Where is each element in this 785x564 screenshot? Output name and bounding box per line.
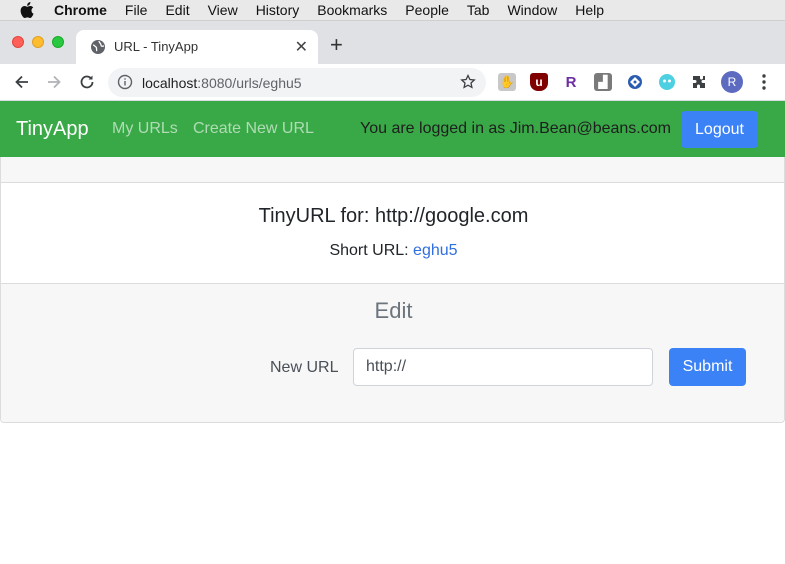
- menu-edit[interactable]: Edit: [165, 0, 189, 21]
- puzzle-extensions-icon[interactable]: [690, 73, 708, 91]
- url-card: TinyURL for: http://google.com Short URL…: [0, 157, 785, 423]
- short-url-link[interactable]: eghu5: [413, 242, 458, 259]
- close-window-button[interactable]: [12, 36, 24, 48]
- tab-close-icon[interactable]: ✕: [295, 37, 308, 57]
- menu-bookmarks[interactable]: Bookmarks: [317, 0, 387, 21]
- extension-chart-icon[interactable]: ▟: [594, 73, 612, 91]
- nav-my-urls[interactable]: My URLs: [112, 120, 178, 138]
- tab-strip: URL - TinyApp ✕ +: [0, 21, 785, 64]
- menu-tab[interactable]: Tab: [467, 0, 490, 21]
- edit-section: Edit New URL Submit: [1, 283, 784, 422]
- apple-icon[interactable]: [20, 2, 36, 18]
- submit-button[interactable]: Submit: [669, 348, 746, 386]
- menu-help[interactable]: Help: [575, 0, 604, 21]
- minimize-window-button[interactable]: [32, 36, 44, 48]
- address-bar[interactable]: localhost:8080/urls/eghu5: [108, 68, 486, 97]
- forward-arrow-icon[interactable]: [45, 73, 63, 91]
- new-tab-button[interactable]: +: [330, 34, 343, 56]
- more-menu-icon[interactable]: [757, 73, 771, 91]
- menu-app-name[interactable]: Chrome: [54, 0, 107, 21]
- ublock-icon[interactable]: u: [530, 73, 548, 91]
- extension-r-icon[interactable]: R: [562, 73, 580, 91]
- url-path: :8080/urls/eghu5: [197, 75, 302, 91]
- browser-toolbar: localhost:8080/urls/eghu5 ✋ u R ▟ R: [0, 64, 785, 101]
- browser-tab-active[interactable]: URL - TinyApp ✕: [76, 30, 318, 64]
- new-url-label: New URL: [270, 359, 339, 376]
- back-arrow-icon[interactable]: [13, 73, 31, 91]
- url-host: localhost: [142, 75, 198, 91]
- app-navbar: TinyApp My URLs Create New URL You are l…: [0, 101, 785, 157]
- reload-icon[interactable]: [78, 73, 96, 91]
- bookmark-star-icon[interactable]: [460, 73, 476, 95]
- nav-create-new-url[interactable]: Create New URL: [193, 120, 314, 138]
- extension-diamond-icon[interactable]: [626, 73, 644, 91]
- card-title: TinyURL for: http://google.com: [258, 205, 529, 227]
- new-url-input[interactable]: [353, 348, 653, 386]
- logged-in-text: You are logged in as Jim.Bean@beans.com: [360, 120, 671, 137]
- menu-people[interactable]: People: [405, 0, 449, 21]
- card-header: [1, 157, 784, 183]
- globe-icon: [90, 39, 106, 60]
- short-url-label: Short URL:: [329, 242, 414, 259]
- card-body: TinyURL for: http://google.com Short URL…: [1, 183, 784, 283]
- url-text: localhost:8080/urls/eghu5: [142, 75, 302, 91]
- menu-view[interactable]: View: [208, 0, 238, 21]
- menu-file[interactable]: File: [125, 0, 148, 21]
- menu-window[interactable]: Window: [507, 0, 557, 21]
- info-icon[interactable]: [117, 74, 133, 95]
- extension-hand-icon[interactable]: ✋: [498, 73, 516, 91]
- macos-menu-bar: Chrome File Edit View History Bookmarks …: [0, 0, 785, 21]
- short-url-line: Short URL: eghu5: [1, 242, 784, 260]
- logout-button[interactable]: Logout: [681, 111, 758, 148]
- extension-ghost-icon[interactable]: [658, 73, 676, 91]
- zoom-window-button[interactable]: [52, 36, 64, 48]
- profile-avatar[interactable]: R: [721, 71, 743, 93]
- edit-heading: Edit: [374, 298, 413, 323]
- menu-history[interactable]: History: [256, 0, 300, 21]
- brand-link[interactable]: TinyApp: [16, 118, 89, 141]
- tab-title: URL - TinyApp: [114, 39, 199, 54]
